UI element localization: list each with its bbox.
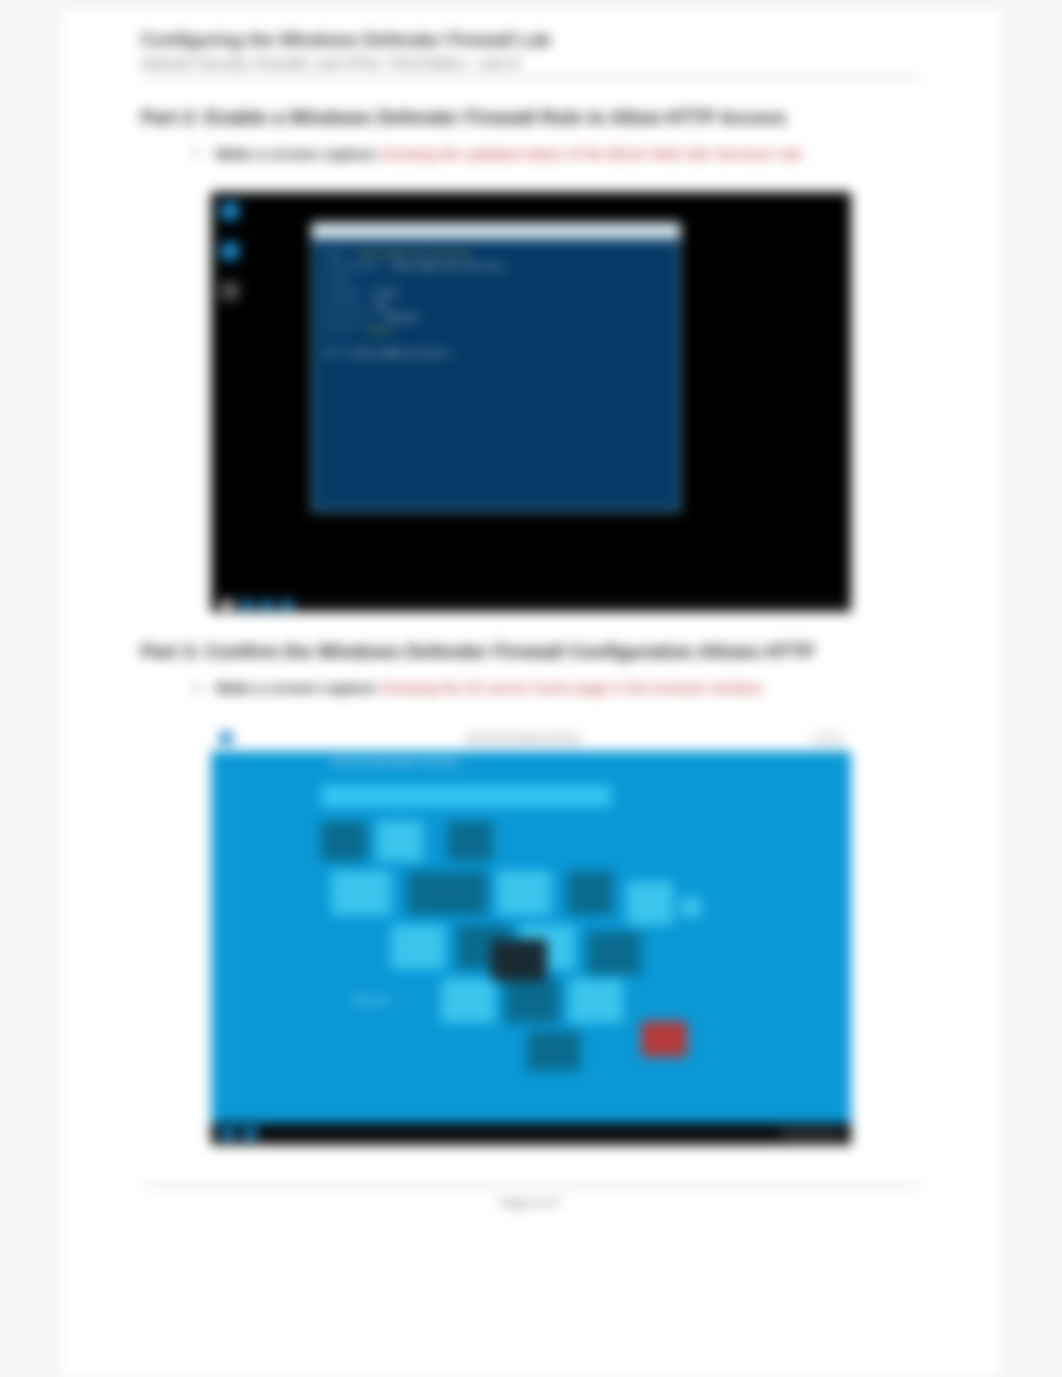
clock: [781, 1128, 841, 1140]
powershell-window: Name : Block Web Site Services DisplayNa…: [311, 222, 681, 512]
item-rest: showing the updated status of the Block …: [381, 146, 806, 163]
part3-heading: Part 3: Confirm the Windows Defender Fir…: [141, 642, 921, 664]
screenshot-1: Name : Block Web Site Services DisplayNa…: [211, 192, 851, 612]
doc-subtitle: Network Security, Firewalls, and VPNs, T…: [141, 55, 921, 71]
item-number: 7.: [191, 146, 204, 163]
tile: [407, 871, 487, 915]
iis-tiles: [321, 821, 741, 1051]
taskbar: [211, 598, 851, 612]
taskbar: [211, 1123, 851, 1145]
screenshot-2: Internet Information Services Internet I…: [211, 725, 851, 1145]
item-rest: showing the IIS server home page in the …: [381, 680, 765, 697]
browser-chrome: Internet Information Services: [211, 725, 851, 751]
tile: [627, 881, 673, 925]
browser-iis: Internet Information Services Internet I…: [211, 725, 851, 1145]
item-lead: Make a screen capture: [216, 680, 377, 697]
iis-flag-icon: [641, 1021, 687, 1057]
desktop-icons: [221, 202, 239, 300]
part2-heading: Part 2: Enable a Windows Defender Firewa…: [141, 108, 921, 130]
ps-value: False: [374, 288, 398, 297]
window-buttons: [813, 731, 843, 745]
ps-label: Direction :: [326, 313, 384, 322]
taskbar-icon: [281, 600, 293, 610]
tile: [587, 931, 641, 975]
iis-label: Internet Information Services: [331, 757, 459, 768]
tile: [567, 871, 613, 915]
tile: [569, 979, 623, 1023]
part3-instruction: 3. Make a screen capture showing the IIS…: [191, 678, 921, 701]
url-bar: Internet Information Services: [243, 733, 803, 743]
item-number: 3.: [191, 680, 204, 697]
doc-title: Configuring the Windows Defender Firewal…: [141, 30, 921, 51]
tile: [497, 871, 551, 915]
start-icon: [221, 1128, 235, 1140]
taskbar-icon: [243, 1128, 257, 1140]
part2-instruction: 7. Make a screen capture showing the upd…: [191, 144, 921, 167]
item-lead: Make a screen capture: [216, 146, 377, 163]
powershell-body: Name : Block Web Site Services DisplayNa…: [312, 239, 680, 371]
ps-label: Action :: [326, 326, 369, 335]
ps-value: Block: [369, 326, 393, 335]
ps-value: Inbound: [384, 313, 418, 322]
ps-label: Name :: [326, 250, 360, 259]
ie-icon: [219, 731, 233, 745]
tile: [391, 925, 445, 969]
ps-value: Block Web Site Services: [360, 250, 471, 259]
tile: [447, 821, 493, 861]
taskbar-icon: [241, 600, 253, 610]
page-footer: Page 4 of 7: [141, 1185, 921, 1210]
ps-label: DisplayName :: [326, 262, 393, 271]
ps-label: Group :: [326, 275, 360, 284]
tile: [681, 897, 701, 917]
tile: [331, 871, 391, 915]
desktop-powershell: Name : Block Web Site Services DisplayNa…: [211, 192, 851, 612]
tile: [377, 821, 423, 861]
desktop-icon: [221, 282, 239, 300]
tile: [321, 821, 367, 861]
ps-label: Profile :: [326, 301, 374, 310]
desktop-icon: [221, 242, 239, 260]
powershell-titlebar: [312, 223, 680, 239]
ps-label: Enabled :: [326, 288, 374, 297]
welcome-bar: [321, 785, 611, 807]
doc-header: Configuring the Windows Defender Firewal…: [141, 30, 921, 78]
tile: [505, 979, 559, 1023]
tile: [441, 979, 495, 1023]
iis-logo-icon: [491, 939, 547, 981]
page-number: Page 4 of 7: [500, 1196, 561, 1210]
ps-value: Block Web Site Services: [393, 262, 504, 271]
desktop-icon: [221, 202, 239, 220]
start-icon: [221, 600, 233, 610]
ps-prompt: PS C:\Users\Administrator>: [326, 349, 451, 358]
iis-caption: Microsoft: [351, 995, 388, 1005]
taskbar-icon: [261, 600, 273, 610]
tile: [527, 1031, 581, 1071]
iis-page: Internet Information Services: [211, 751, 851, 1123]
ps-value: Any: [374, 301, 388, 310]
document-page: Configuring the Windows Defender Firewal…: [61, 10, 1001, 1377]
